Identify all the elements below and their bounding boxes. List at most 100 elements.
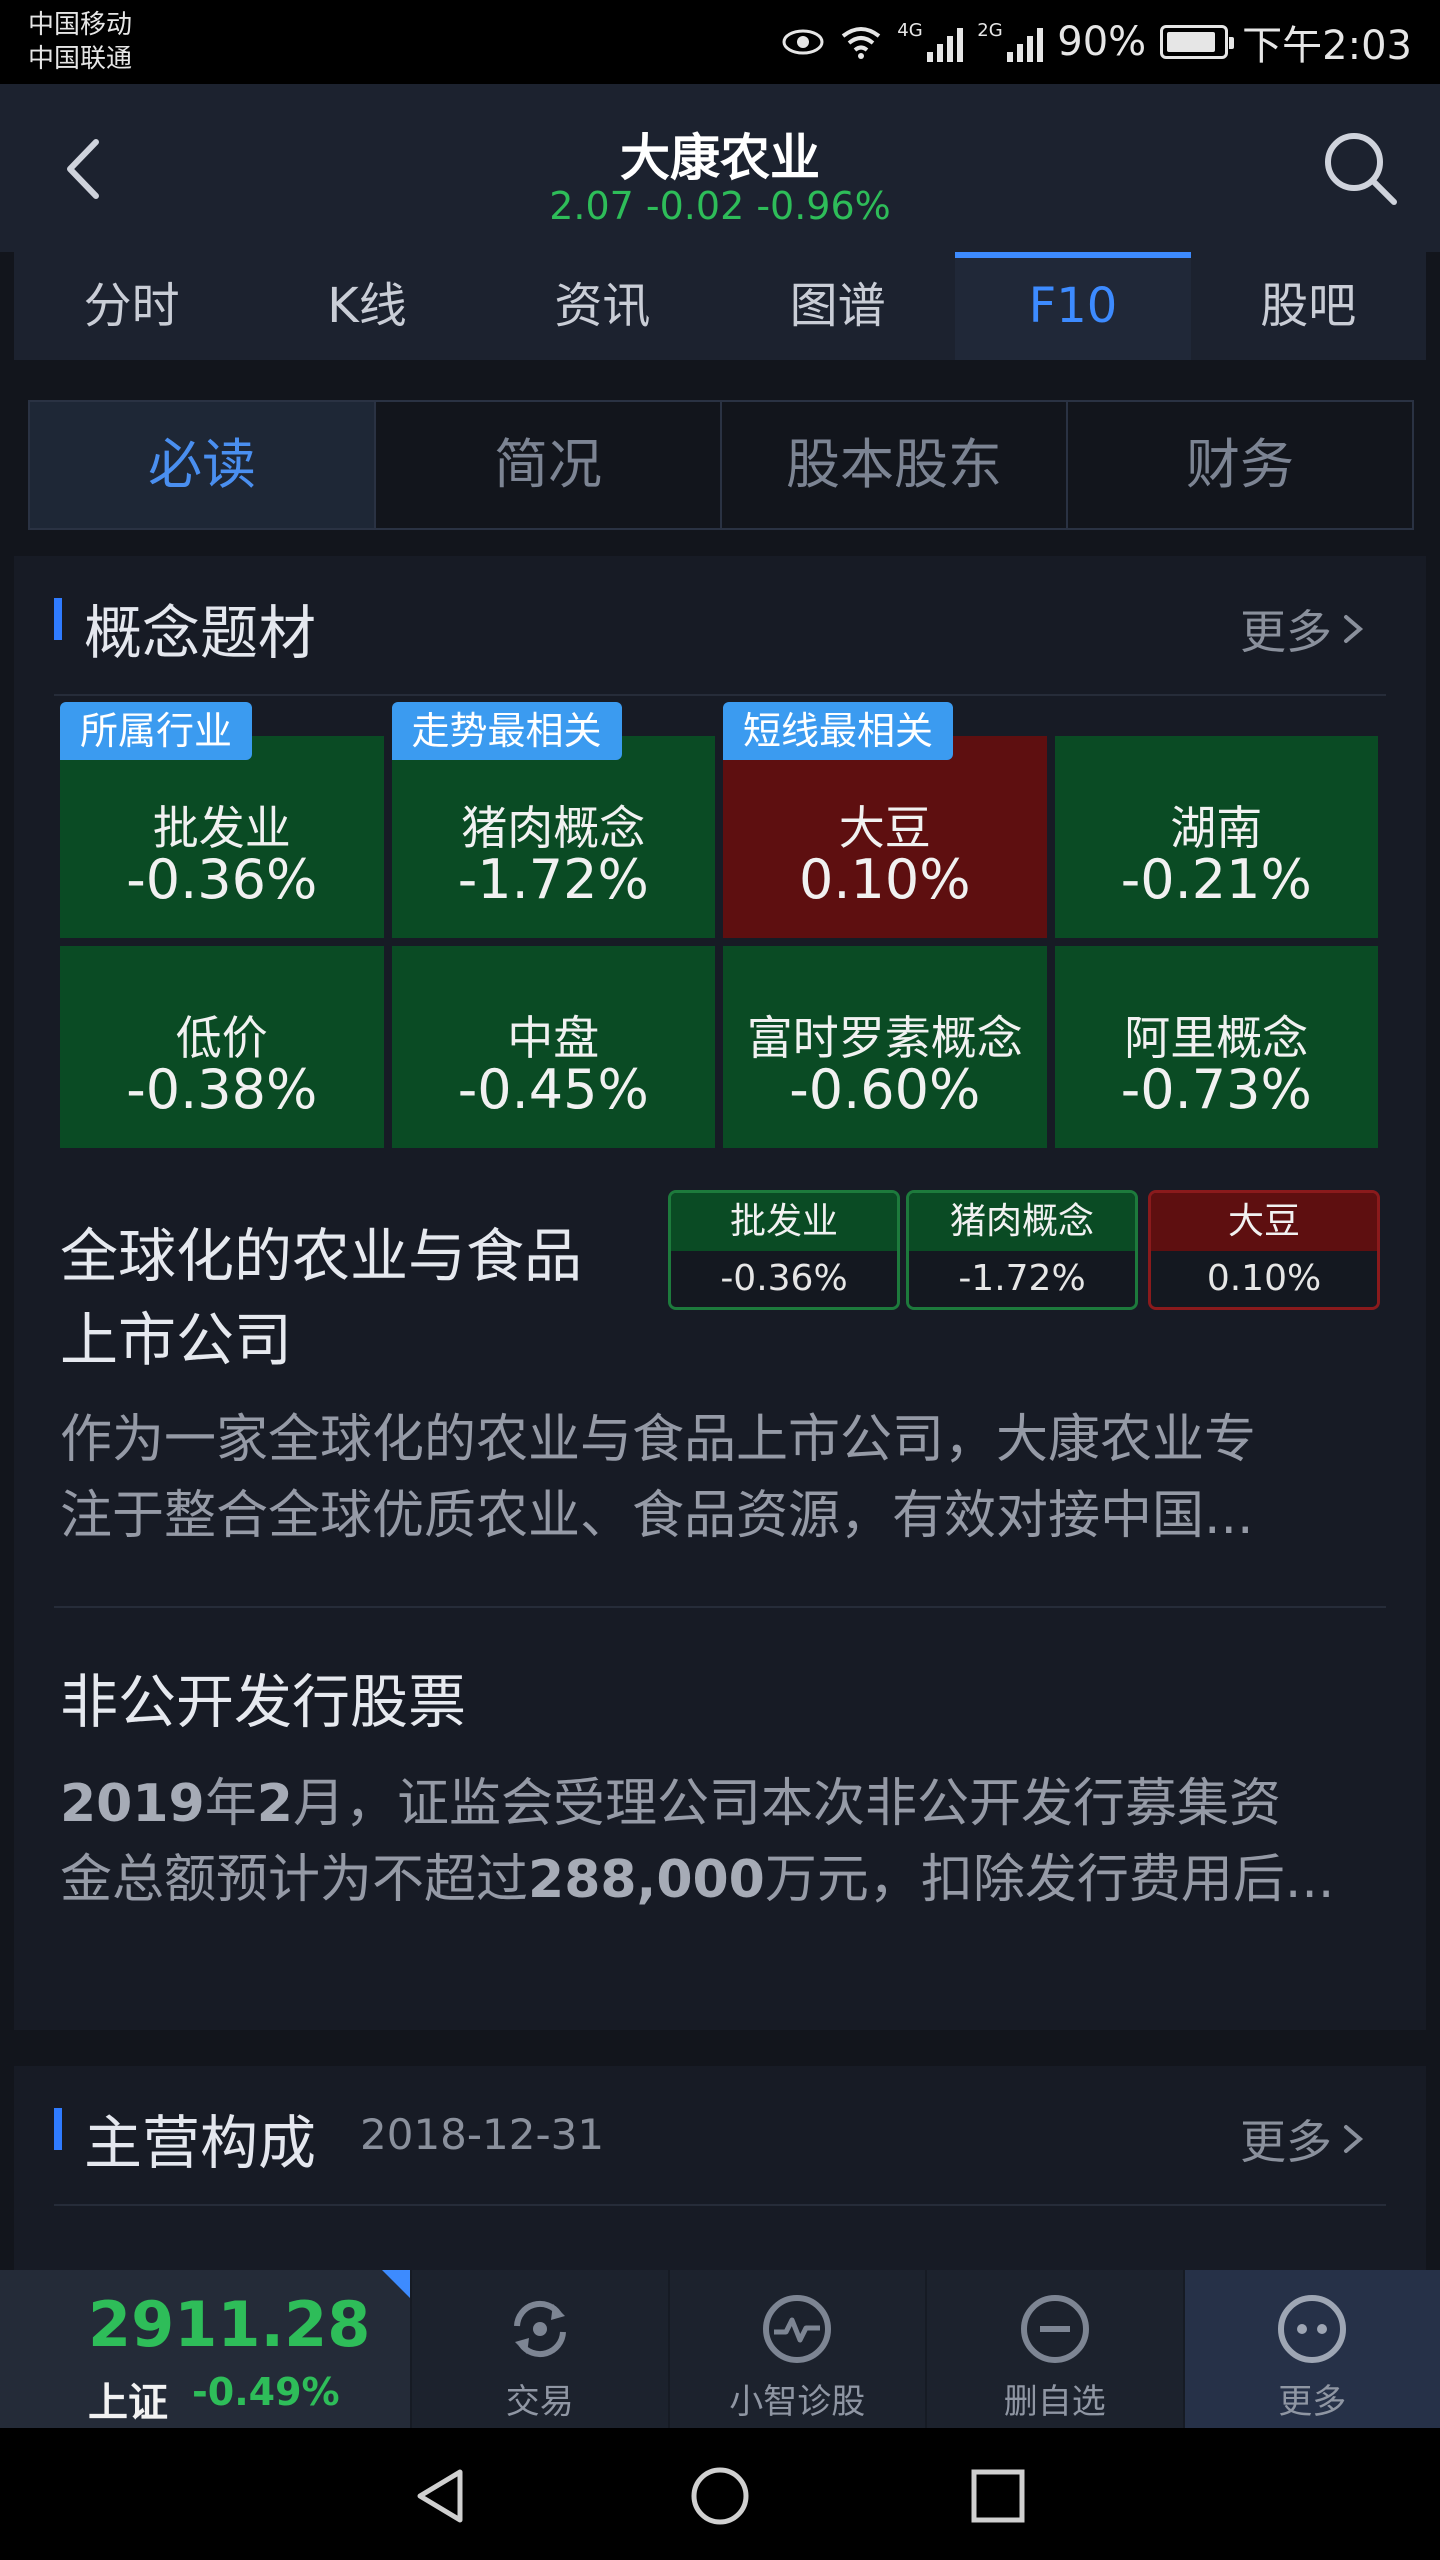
battery-percent: 90% <box>1057 19 1147 65</box>
feature-title-line: 上市公司 <box>60 1306 293 1374</box>
main-tabs: 分时 K线 资讯 图谱 F10 股吧 <box>14 252 1426 360</box>
concept-cell[interactable]: 阿里概念 -0.73% <box>1054 946 1378 1148</box>
concept-badge: 短线最相关 <box>723 702 954 760</box>
signal-icon-2: 2G <box>977 20 1044 62</box>
diagnose-icon <box>763 2295 832 2363</box>
description-line: 2019年2月，证监会受理公司本次非公开发行募集资 <box>60 1774 1281 1834</box>
status-icons: 4G 2G 90% 下午2:03 <box>781 12 1412 72</box>
concept-cell[interactable]: 富时罗素概念 -0.60% <box>723 946 1047 1148</box>
related-concept-tag[interactable]: 批发业 -0.36% <box>668 1190 900 1310</box>
concept-change: -0.38% <box>126 1058 318 1121</box>
section-marker <box>54 598 62 640</box>
stock-header: 大康农业 2.07 -0.02 -0.96% <box>0 84 1440 252</box>
concept-header: 概念题材 更多 <box>14 556 1426 696</box>
concept-cell[interactable]: 所属行业 批发业 -0.36% <box>60 702 384 938</box>
remove-watchlist-icon <box>1020 2295 1089 2363</box>
diagnose-button[interactable]: 小智诊股 <box>667 2270 926 2428</box>
eye-icon <box>782 29 824 55</box>
remove-watchlist-button[interactable]: 删自选 <box>925 2270 1183 2428</box>
more-label: 更多 <box>1240 2115 1332 2169</box>
tag-name: 猪肉概念 <box>909 1193 1135 1251</box>
divider <box>54 1606 1386 1608</box>
concept-badge: 走势最相关 <box>391 702 622 760</box>
description-line: 注于整合全球优质农业、食品资源，有效对接中国... <box>60 1486 1254 1546</box>
concept-grid: 所属行业 批发业 -0.36% 走势最相关 猪肉概念 -1.72% 短线最相关 … <box>60 702 1378 1148</box>
concept-cell[interactable]: 走势最相关 猪肉概念 -1.72% <box>391 702 715 938</box>
concept-change: -1.72% <box>457 848 649 911</box>
feature-description[interactable]: 作为一家全球化的农业与食品上市公司，大康农业专 注于整合全球优质农业、食品资源，… <box>60 1402 1380 1554</box>
tag-change: 0.10% <box>1151 1251 1377 1307</box>
report-date: 2018-12-31 <box>360 2110 605 2159</box>
feature-title-line: 全球化的农业与食品 <box>60 1222 583 1290</box>
section-marker <box>54 2108 62 2150</box>
recent-apps-icon[interactable] <box>966 2464 1030 2528</box>
feature-description[interactable]: 2019年2月，证监会受理公司本次非公开发行募集资 金总额预计为不超过288,0… <box>60 1766 1380 1918</box>
divider <box>54 694 1386 696</box>
concept-change: -0.73% <box>1120 1058 1312 1121</box>
more-button[interactable]: 更多 <box>1182 2270 1440 2428</box>
main-business-header: 主营构成 2018-12-31 更多 <box>14 2066 1426 2206</box>
description-line: 作为一家全球化的农业与食品上市公司，大康农业专 <box>60 1410 1257 1470</box>
more-icon <box>1278 2295 1347 2363</box>
concept-badge: 所属行业 <box>60 702 253 760</box>
trade-icon <box>513 2300 566 2358</box>
tag-name: 大豆 <box>1151 1193 1377 1251</box>
button-label: 删自选 <box>1003 2382 1106 2422</box>
system-navigation <box>0 2428 1440 2560</box>
more-label: 更多 <box>1240 605 1332 659</box>
carrier-info: 中国移动 中国联通 <box>28 8 132 76</box>
button-label: 交易 <box>505 2382 574 2422</box>
index-name: 上证 <box>88 2380 168 2426</box>
button-label: 更多 <box>1278 2382 1347 2422</box>
wifi-icon <box>842 27 881 59</box>
main-business-section: 主营构成 2018-12-31 更多 <box>14 2066 1426 2270</box>
subtab-shareholders[interactable]: 股本股东 <box>722 402 1068 528</box>
sub-tabs: 必读 简况 股本股东 财务 <box>28 400 1414 530</box>
subtab-overview[interactable]: 简况 <box>376 402 722 528</box>
tab-graph[interactable]: 图谱 <box>720 252 955 360</box>
back-triangle-icon[interactable] <box>410 2464 474 2528</box>
divider <box>54 2204 1386 2206</box>
tab-forum[interactable]: 股吧 <box>1191 252 1426 360</box>
market-index[interactable]: 2911.28 上证 -0.49% <box>0 2270 410 2428</box>
more-link[interactable]: 更多 <box>1240 2106 1366 2172</box>
concept-change: -0.45% <box>457 1058 649 1121</box>
subtab-must-read[interactable]: 必读 <box>30 402 376 528</box>
tab-f10[interactable]: F10 <box>955 252 1191 360</box>
tag-change: -1.72% <box>909 1251 1135 1307</box>
index-value: 2911.28 <box>88 2288 371 2361</box>
tag-change: -0.36% <box>671 1251 897 1307</box>
concept-cell[interactable]: 低价 -0.38% <box>60 946 384 1148</box>
related-concept-tag[interactable]: 大豆 0.10% <box>1148 1190 1380 1310</box>
more-link[interactable]: 更多 <box>1240 596 1366 662</box>
status-bar: 中国移动 中国联通 4G 2G 90% 下午2:03 <box>0 0 1440 84</box>
button-label: 小智诊股 <box>729 2382 866 2422</box>
chevron-right-icon <box>1344 2125 1364 2153</box>
description-line: 金总额预计为不超过288,000万元，扣除发行费用后... <box>60 1850 1335 1910</box>
section-title: 主营构成 <box>84 2109 317 2177</box>
tab-kline[interactable]: K线 <box>249 252 484 360</box>
tag-name: 批发业 <box>671 1193 897 1251</box>
chevron-right-icon <box>1344 615 1364 643</box>
concept-cell[interactable]: 湖南 -0.21% <box>1054 736 1378 938</box>
tab-timeshare[interactable]: 分时 <box>14 252 249 360</box>
stock-quote: 2.07 -0.02 -0.96% <box>549 184 891 228</box>
trade-button[interactable]: 交易 <box>410 2270 668 2428</box>
concept-change: -0.21% <box>1120 848 1312 911</box>
carrier-1: 中国移动 <box>28 10 133 40</box>
concept-section: 概念题材 更多 所属行业 批发业 -0.36% 走势最相关 猪肉概念 -1.72… <box>14 556 1426 2030</box>
search-icon[interactable] <box>1320 128 1400 208</box>
concept-cell[interactable]: 中盘 -0.45% <box>391 946 715 1148</box>
concept-cell[interactable]: 短线最相关 大豆 0.10% <box>723 702 1047 938</box>
home-circle-icon[interactable] <box>688 2464 752 2528</box>
concept-change: -0.36% <box>126 848 318 911</box>
feature-title[interactable]: 非公开发行股票 <box>60 1660 466 1744</box>
concept-change: -0.60% <box>789 1058 981 1121</box>
subtab-finance[interactable]: 财务 <box>1068 402 1412 528</box>
feature-title[interactable]: 全球化的农业与食品 上市公司 <box>60 1214 582 1382</box>
corner-marker <box>382 2270 410 2298</box>
battery-icon <box>1160 25 1235 59</box>
related-concept-tag[interactable]: 猪肉概念 -1.72% <box>906 1190 1138 1310</box>
index-change: -0.49% <box>192 2370 340 2414</box>
tab-news[interactable]: 资讯 <box>485 252 720 360</box>
